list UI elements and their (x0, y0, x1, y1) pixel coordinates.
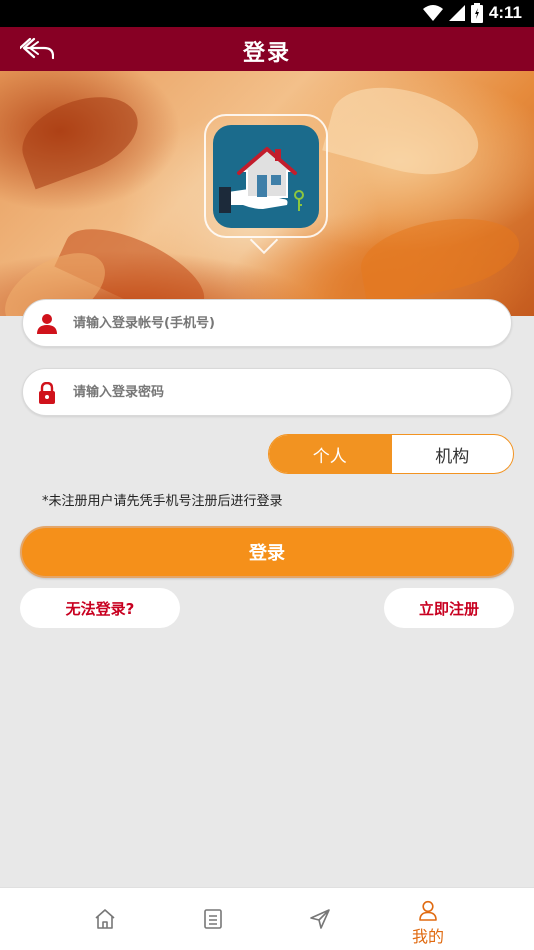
status-bar: 4:11 (0, 0, 534, 27)
account-input[interactable] (73, 300, 493, 346)
user-type-toggle: 个人 机构 (268, 434, 514, 474)
toggle-option-institution[interactable]: 机构 (392, 435, 514, 473)
send-icon (310, 909, 330, 929)
user-icon (37, 314, 57, 334)
list-icon (204, 909, 222, 929)
signal-icon (448, 5, 465, 21)
cant-login-button[interactable]: 无法登录? (20, 588, 180, 628)
nav-item-mine[interactable]: 我的 (388, 888, 468, 950)
register-button[interactable]: 立即注册 (384, 588, 514, 628)
user-icon (419, 900, 437, 921)
nav-item-list[interactable] (173, 888, 253, 950)
page-title: 登录 (242, 41, 291, 66)
house-in-hand-icon (219, 147, 304, 213)
account-field[interactable] (22, 299, 512, 347)
wifi-icon (422, 5, 443, 21)
bottom-nav: 我的 (0, 887, 534, 950)
leaf-decoration (355, 207, 525, 305)
lock-icon (39, 382, 55, 404)
leaf-decoration (322, 72, 488, 190)
password-field[interactable] (22, 368, 512, 416)
toggle-option-personal[interactable]: 个人 (269, 435, 391, 473)
register-notice: *未注册用户请先凭手机号注册后进行登录 (42, 494, 283, 509)
title-bar: 登录 (0, 27, 534, 71)
app-logo (213, 125, 319, 228)
battery-icon (470, 3, 483, 23)
password-input[interactable] (73, 369, 493, 415)
clock: 4:11 (488, 3, 522, 22)
nav-item-home[interactable] (65, 888, 145, 950)
login-button[interactable]: 登录 (20, 526, 514, 578)
nav-item-send[interactable] (280, 888, 360, 950)
nav-item-label: 我的 (411, 927, 444, 946)
leaf-decoration (11, 82, 149, 190)
home-icon (95, 909, 115, 929)
